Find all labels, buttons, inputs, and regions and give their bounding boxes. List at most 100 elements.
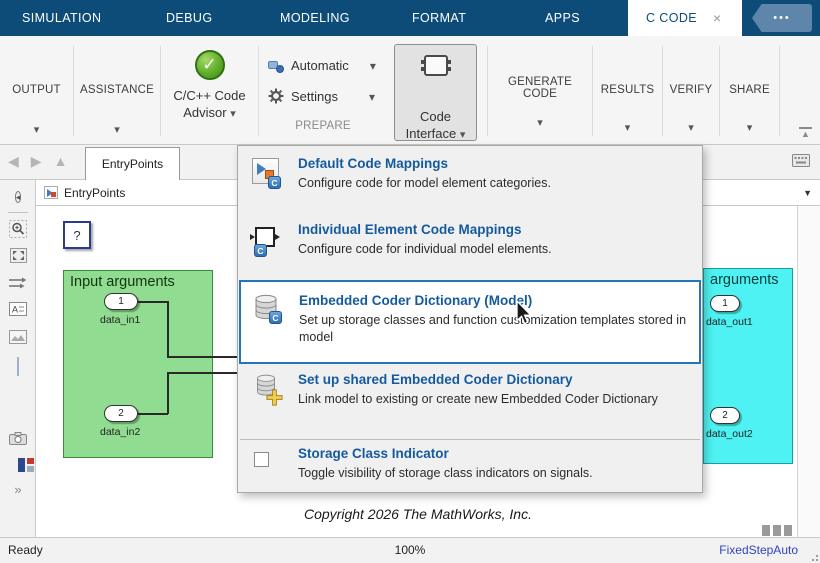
chevron-down-icon — [230, 105, 236, 120]
back-icon[interactable]: ◀ — [8, 153, 19, 170]
zoom-icon[interactable] — [0, 220, 36, 243]
signal-routing-icon[interactable] — [0, 276, 36, 294]
tab-apps[interactable]: APPS — [545, 0, 580, 36]
simulink-embedded-coder-window: SIMULATION DEBUG MODELING FORMAT APPS C … — [0, 0, 820, 563]
menu-item-storage-class-indicator[interactable]: Storage Class Indicator Toggle visibilit… — [240, 446, 700, 492]
storage-class-indicator-checkbox[interactable] — [254, 452, 269, 467]
code-interface-button[interactable]: Code Interface — [394, 44, 477, 141]
tab-format[interactable]: FORMAT — [412, 0, 466, 36]
inport-1-label: data_in1 — [100, 314, 141, 326]
expand-palette-icon[interactable]: » — [0, 482, 36, 497]
tab-c-code-active[interactable]: C CODE × — [628, 0, 742, 36]
menu-item-embedded-coder-dictionary-model[interactable]: C Embedded Coder Dictionary (Model) Set … — [239, 280, 701, 364]
chevron-down-icon — [74, 120, 160, 138]
tab-debug[interactable]: DEBUG — [166, 0, 212, 36]
inport-block-1[interactable]: 1 — [104, 293, 138, 310]
generate-code-label-2: CODE — [522, 88, 558, 100]
verify-gallery-button[interactable]: VERIFY — [663, 84, 719, 136]
signal-wire[interactable] — [138, 301, 168, 303]
tab-c-code-label: C CODE — [646, 11, 698, 25]
menu-item-description: Link model to existing or create new Emb… — [298, 392, 658, 406]
signal-wire[interactable] — [167, 301, 169, 356]
horizontal-scrollbar[interactable] — [762, 525, 792, 536]
inport-block-2[interactable]: 2 — [104, 405, 138, 422]
share-gallery-button[interactable]: SHARE — [720, 84, 779, 136]
menu-item-title: Set up shared Embedded Coder Dictionary — [298, 372, 573, 387]
outport-block-1[interactable]: 1 — [710, 295, 740, 312]
menu-item-description: Set up storage classes and function cust… — [299, 313, 687, 344]
toolstrip-tab-bar: SIMULATION DEBUG MODELING FORMAT APPS C … — [0, 0, 820, 36]
menu-item-title: Default Code Mappings — [298, 156, 449, 171]
automatic-icon — [268, 59, 284, 73]
results-gallery-button[interactable]: RESULTS — [593, 84, 662, 136]
signal-wire[interactable] — [167, 356, 237, 358]
chevron-down-icon — [720, 118, 779, 136]
breadcrumb-model-name[interactable]: EntryPoints — [64, 186, 125, 200]
canvas-right-gutter — [797, 206, 820, 537]
code-interface-dropdown-menu: C Default Code Mappings Configure code f… — [237, 145, 703, 493]
code-interface-label-1: Code — [419, 109, 452, 124]
up-icon[interactable]: ▲ — [54, 153, 68, 170]
chevron-down-icon — [370, 58, 376, 73]
annotation-icon[interactable]: A — [0, 302, 36, 321]
menu-item-description: Configure code for individual model elem… — [298, 242, 552, 256]
inport-2-label: data_in2 — [100, 426, 141, 438]
resize-grip-icon[interactable] — [808, 551, 818, 561]
share-label: SHARE — [729, 84, 770, 96]
minimize-ribbon-icon[interactable]: ▲ — [799, 127, 812, 139]
signal-wire[interactable] — [167, 372, 169, 414]
menu-item-individual-element-code-mappings[interactable]: C Individual Element Code Mappings Confi… — [240, 222, 700, 282]
signal-wire[interactable] — [167, 372, 237, 374]
status-zoom-level: 100% — [394, 543, 426, 557]
assistance-label: ASSISTANCE — [80, 84, 154, 96]
tab-simulation[interactable]: SIMULATION — [22, 0, 101, 36]
signal-wire[interactable] — [138, 413, 168, 415]
chevron-down-icon — [460, 126, 466, 141]
toolstrip-overflow-button[interactable]: ••• — [752, 4, 812, 32]
status-solver-link[interactable]: FixedStepAuto — [719, 543, 798, 557]
automatic-dropdown[interactable]: Automatic — [268, 58, 376, 73]
outport-2-label: data_out2 — [706, 428, 753, 440]
unknown-block[interactable]: ? — [63, 221, 91, 249]
output-arguments-title: arguments — [710, 272, 779, 288]
code-interface-label-2: Interface — [405, 126, 457, 141]
assistance-gallery-button[interactable]: ASSISTANCE — [74, 84, 160, 138]
chevron-down-icon — [488, 113, 592, 131]
status-bar: Ready 100% FixedStepAuto — [0, 537, 820, 563]
tab-modeling[interactable]: MODELING — [280, 0, 350, 36]
keyboard-icon[interactable] — [792, 154, 810, 167]
copyright-annotation: Copyright 2026 The MathWorks, Inc. — [304, 506, 532, 522]
image-icon[interactable] — [0, 330, 36, 349]
individual-element-code-mappings-icon: C — [250, 224, 290, 258]
code-advisor-button[interactable]: ✓ C/C++ Code Advisor — [161, 50, 258, 123]
generate-code-button[interactable]: GENERATE CODE — [488, 76, 592, 131]
shared-coder-dictionary-icon — [252, 374, 290, 408]
green-check-icon: ✓ — [194, 50, 225, 80]
menu-item-description: Configure code for model element categor… — [298, 176, 551, 190]
code-interface-chip-icon — [420, 55, 451, 76]
plus-icon — [266, 389, 283, 406]
ribbon: OUTPUT ASSISTANCE ✓ C/C++ Code Advisor A… — [0, 36, 820, 145]
model-icon — [44, 186, 58, 199]
results-label: RESULTS — [600, 84, 655, 96]
area-box-icon[interactable] — [0, 357, 36, 376]
output-gallery-button[interactable]: OUTPUT — [0, 84, 73, 138]
chevron-down-icon[interactable]: ▼ — [803, 188, 812, 198]
hide-explorer-bar-icon[interactable]: ◂ — [0, 187, 36, 205]
code-advisor-label-2: Advisor — [183, 105, 227, 120]
menu-item-default-code-mappings[interactable]: C Default Code Mappings Configure code f… — [240, 156, 700, 216]
screenshot-camera-icon[interactable] — [0, 432, 36, 450]
prepare-group-label: PREPARE — [295, 120, 351, 132]
forward-icon[interactable]: ▶ — [31, 153, 42, 170]
document-tab-entrypoints[interactable]: EntryPoints — [85, 147, 180, 180]
outport-block-2[interactable]: 2 — [710, 407, 740, 424]
close-tab-icon[interactable]: × — [713, 11, 721, 25]
automatic-label: Automatic — [291, 58, 349, 73]
fit-to-view-icon[interactable] — [0, 248, 36, 268]
mouse-cursor-icon — [516, 300, 533, 325]
menu-item-shared-embedded-coder-dictionary[interactable]: Set up shared Embedded Coder Dictionary … — [240, 372, 700, 434]
svg-text:A: A — [12, 305, 18, 315]
input-arguments-title: Input arguments — [70, 274, 175, 290]
settings-dropdown[interactable]: Settings — [268, 88, 375, 104]
code-advisor-label-1: C/C++ Code — [173, 88, 246, 103]
